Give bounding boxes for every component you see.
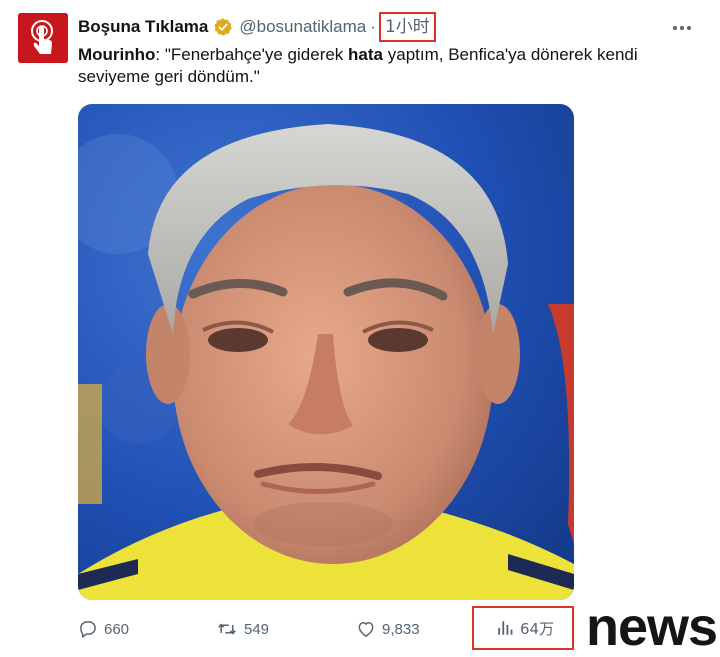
display-name[interactable]: Boşuna Tıklama bbox=[78, 17, 208, 37]
view-count: 64万 bbox=[520, 619, 555, 638]
retweet-icon bbox=[218, 623, 236, 635]
tweet-text-bold: hata bbox=[348, 45, 384, 64]
bar-chart-icon bbox=[498, 621, 513, 635]
tweet: Boşuna Tıklama @bosunatiklama · 1小时 Mour… bbox=[0, 0, 720, 656]
avatar[interactable] bbox=[18, 13, 68, 63]
news-watermark: news bbox=[586, 597, 718, 657]
tweet-text: Mourinho: "Fenerbahçe'ye giderek hata ya… bbox=[78, 44, 638, 88]
verified-badge-icon bbox=[213, 17, 233, 37]
timestamp[interactable]: 1小时 bbox=[378, 12, 436, 42]
tweet-photo[interactable] bbox=[78, 104, 574, 600]
separator-dot: · bbox=[370, 17, 376, 36]
retweet-button[interactable]: 549 bbox=[216, 614, 269, 644]
action-bar: 660 549 9,833 64万 bbox=[78, 606, 598, 650]
handle[interactable]: @bosunatiklama bbox=[239, 17, 366, 37]
reply-count: 660 bbox=[104, 620, 130, 638]
photo-of-man-at-press-conference bbox=[78, 104, 574, 600]
like-count: 9,833 bbox=[382, 620, 420, 638]
reply-button[interactable]: 660 bbox=[78, 614, 129, 644]
heart-icon bbox=[358, 622, 374, 637]
reply-icon bbox=[80, 621, 96, 638]
tweet-header: Boşuna Tıklama @bosunatiklama · 1小时 bbox=[78, 12, 436, 42]
views-button[interactable]: 64万 bbox=[472, 606, 575, 650]
tap-hand-icon bbox=[18, 13, 68, 63]
retweet-count: 549 bbox=[244, 620, 270, 638]
like-button[interactable]: 9,833 bbox=[356, 614, 420, 644]
tweet-text-part-1: : "Fenerbahçe'ye giderek bbox=[155, 45, 349, 64]
more-horizontal-icon[interactable] bbox=[668, 18, 696, 38]
speaker-name: Mourinho bbox=[78, 45, 156, 64]
